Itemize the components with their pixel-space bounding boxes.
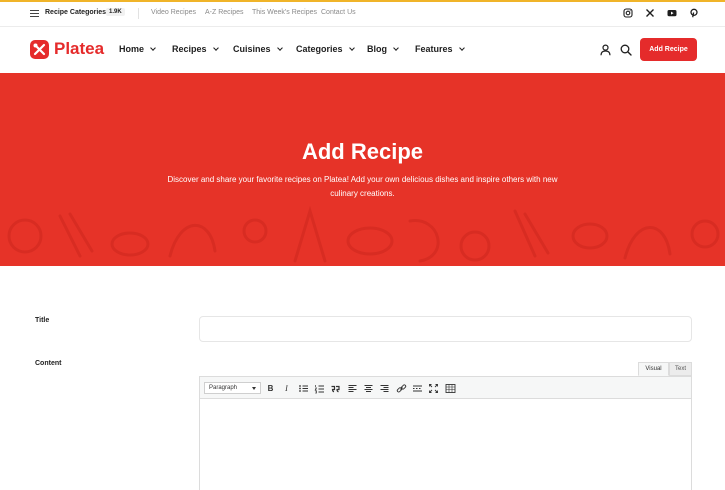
- x-icon[interactable]: [645, 8, 655, 18]
- hero-banner: Add Recipe Discover and share your favor…: [0, 73, 725, 266]
- page-title: Add Recipe: [301, 139, 424, 164]
- nav-recipes-label: Recipes: [172, 44, 207, 54]
- caret-down-icon: [252, 387, 256, 390]
- this-weeks-recipes-link[interactable]: This Week's Recipes: [252, 9, 317, 16]
- user-icon[interactable]: [600, 44, 611, 56]
- nav-categories-label: Categories: [296, 44, 343, 54]
- nav-categories[interactable]: Categories: [296, 44, 355, 54]
- format-select-value: Paragraph: [209, 385, 238, 391]
- read-more-icon[interactable]: [412, 383, 423, 394]
- main-header: Platea Home Recipes Cuisines Categories …: [0, 27, 725, 73]
- add-recipe-button[interactable]: Add Recipe: [640, 38, 697, 61]
- align-center-icon[interactable]: [363, 383, 374, 394]
- nav-features-label: Features: [415, 44, 453, 54]
- nav-home-label: Home: [119, 44, 145, 54]
- logo-text[interactable]: Platea: [54, 39, 104, 59]
- numbered-list-icon[interactable]: [314, 383, 325, 394]
- platea-logo-icon[interactable]: [30, 40, 49, 59]
- nav-home[interactable]: Home: [119, 44, 156, 54]
- nav-cuisines[interactable]: Cuisines: [233, 44, 283, 54]
- nav-blog-label: Blog: [367, 44, 387, 54]
- align-right-icon[interactable]: [379, 383, 390, 394]
- pinterest-icon[interactable]: [689, 8, 699, 18]
- page-subtitle: Discover and share your favorite recipes…: [167, 175, 558, 198]
- tab-visual[interactable]: Visual: [638, 362, 669, 376]
- link-icon[interactable]: [396, 383, 407, 394]
- video-recipes-link[interactable]: Video Recipes: [151, 9, 196, 16]
- italic-button[interactable]: I: [281, 383, 292, 394]
- content-editor[interactable]: Paragraph B I: [199, 376, 692, 490]
- nav-blog[interactable]: Blog: [367, 44, 399, 54]
- chevron-down-icon: [212, 45, 219, 51]
- toolbar-toggle-icon[interactable]: [445, 383, 456, 394]
- top-bar: Recipe Categories 1.9K Video Recipes A-Z…: [0, 2, 725, 27]
- title-input[interactable]: [199, 316, 692, 342]
- food-pattern-decoration: [7, 205, 720, 263]
- nav-features[interactable]: Features: [415, 44, 465, 54]
- chevron-down-icon: [276, 45, 283, 51]
- hamburger-menu-icon[interactable]: [30, 10, 39, 17]
- align-left-icon[interactable]: [347, 383, 358, 394]
- az-recipes-link[interactable]: A-Z Recipes: [205, 9, 244, 16]
- chevron-down-icon: [150, 45, 156, 51]
- bold-button[interactable]: B: [265, 383, 276, 394]
- nav-recipes[interactable]: Recipes: [172, 44, 219, 54]
- content-label: Content: [35, 360, 62, 367]
- nav-cuisines-label: Cuisines: [233, 44, 271, 54]
- bullet-list-icon[interactable]: [298, 383, 309, 394]
- categories-count-badge: 1.9K: [106, 8, 125, 16]
- recipe-categories-link[interactable]: Recipe Categories: [45, 9, 106, 16]
- instagram-icon[interactable]: [623, 8, 633, 18]
- search-icon[interactable]: [620, 44, 632, 56]
- blockquote-icon[interactable]: [330, 383, 341, 394]
- chevron-down-icon: [348, 45, 355, 51]
- chevron-down-icon: [458, 45, 465, 51]
- editor-toolbar: Paragraph B I: [200, 377, 691, 399]
- topbar-divider: [138, 8, 139, 19]
- tab-text[interactable]: Text: [669, 362, 692, 376]
- paragraph-format-select[interactable]: Paragraph: [204, 382, 261, 394]
- chevron-down-icon: [393, 45, 399, 51]
- fullscreen-icon[interactable]: [428, 383, 439, 394]
- youtube-icon[interactable]: [667, 8, 677, 18]
- contact-us-link[interactable]: Contact Us: [321, 9, 356, 16]
- title-label: Title: [35, 317, 50, 324]
